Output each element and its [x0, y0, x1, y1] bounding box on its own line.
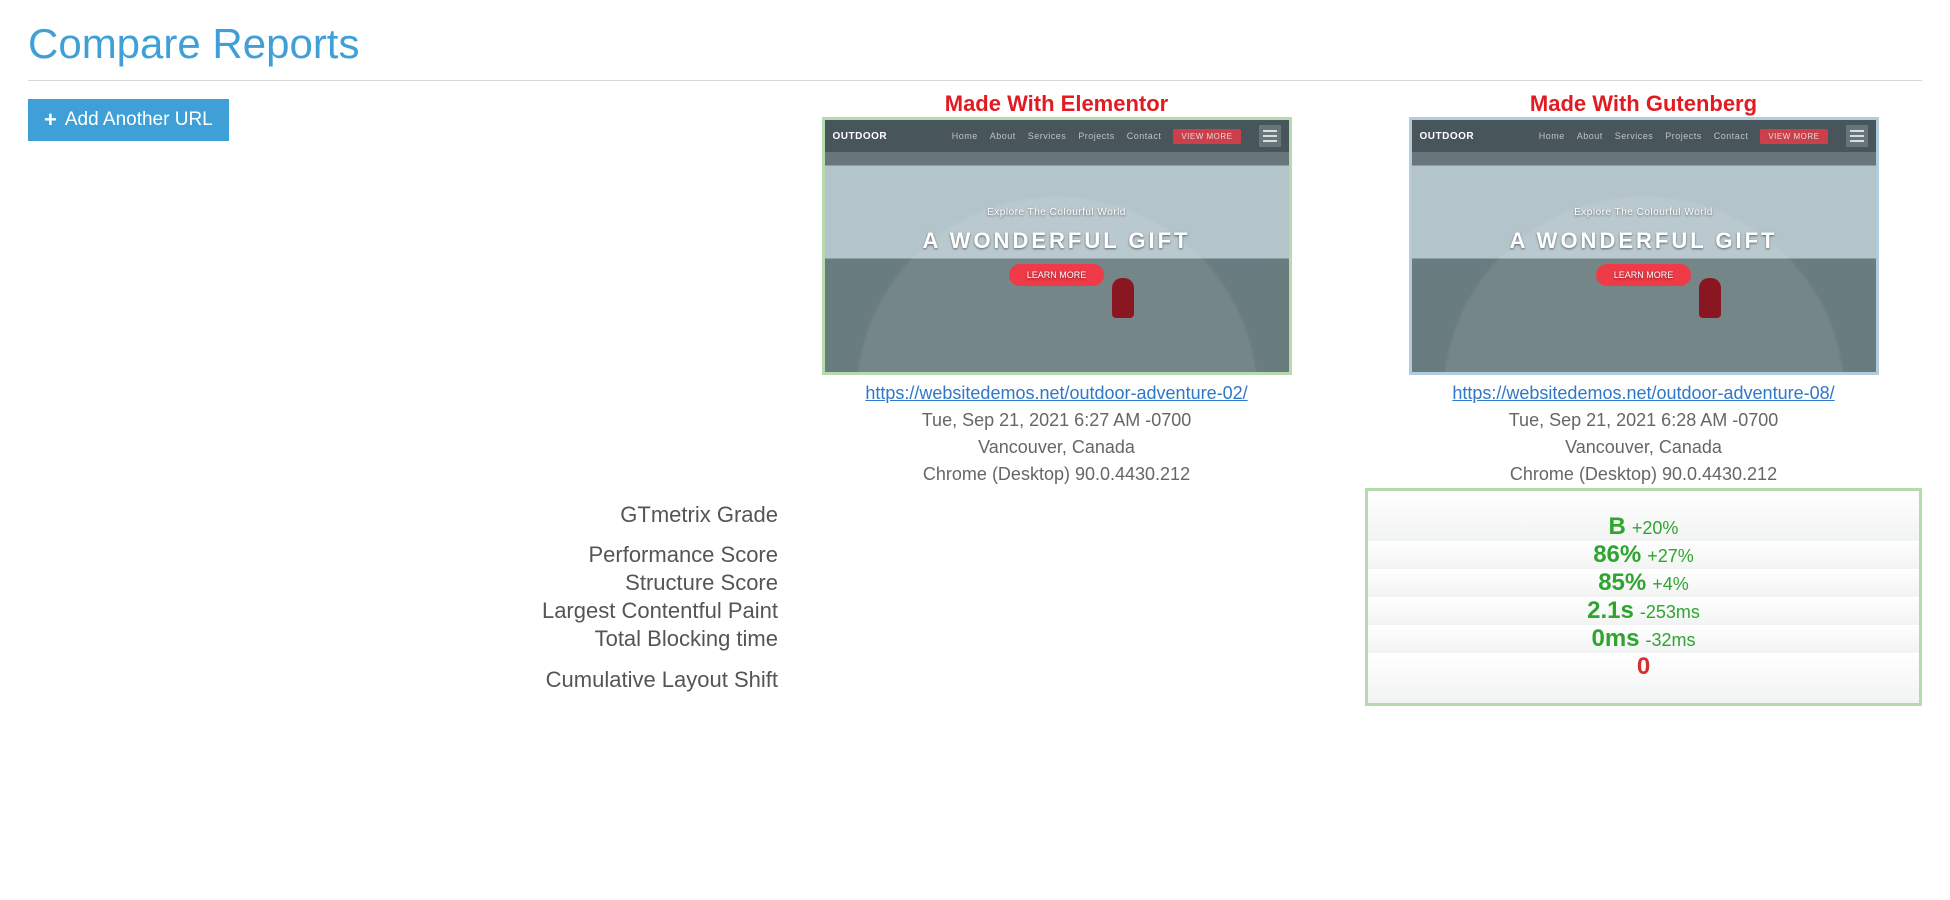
meta-line: Vancouver, Canada — [1565, 437, 1722, 457]
metric-value: 86%+27% — [1365, 541, 1922, 569]
add-another-url-button[interactable]: + Add Another URL — [28, 99, 229, 141]
site-title: Made With Gutenberg — [1365, 91, 1922, 117]
metric-value: 2.1s-253ms — [1365, 597, 1922, 625]
figure-icon — [1112, 278, 1134, 318]
metric-value: B+20% — [1365, 488, 1922, 541]
meta-line: Vancouver, Canada — [978, 437, 1135, 457]
site-url-link[interactable]: https://websitedemos.net/outdoor-adventu… — [1452, 383, 1834, 403]
thumb-headline: A WONDERFUL GIFT — [1510, 228, 1778, 254]
site-thumbnail[interactable]: OUTDOOR Home About Services Projects Con… — [822, 117, 1292, 375]
plus-icon: + — [44, 109, 57, 131]
thumb-kicker: Explore The Colourful World — [1574, 207, 1713, 218]
metric-label: Largest Contentful Paint — [278, 597, 778, 625]
divider — [28, 80, 1922, 81]
site-url-link[interactable]: https://websitedemos.net/outdoor-adventu… — [865, 383, 1247, 403]
site-title: Made With Elementor — [778, 91, 1335, 117]
page-title: Compare Reports — [28, 20, 1922, 68]
meta-line: Tue, Sep 21, 2021 6:27 AM -0700 — [922, 410, 1192, 430]
thumb-cta: LEARN MORE — [1009, 264, 1105, 286]
metric-value: 0ms-32ms — [1365, 625, 1922, 653]
figure-icon — [1699, 278, 1721, 318]
thumb-headline: A WONDERFUL GIFT — [923, 228, 1191, 254]
metric-label: Structure Score — [278, 569, 778, 597]
metric-label: GTmetrix Grade — [278, 488, 778, 541]
metric-label: Total Blocking time — [278, 625, 778, 653]
meta-line: Chrome (Desktop) 90.0.4430.212 — [923, 464, 1190, 484]
meta-line: Tue, Sep 21, 2021 6:28 AM -0700 — [1509, 410, 1779, 430]
thumb-kicker: Explore The Colourful World — [987, 207, 1126, 218]
thumb-cta: LEARN MORE — [1596, 264, 1692, 286]
comparison-table: Made With Elementor Made With Gutenberg … — [278, 91, 1922, 706]
metric-label: Cumulative Layout Shift — [278, 653, 778, 706]
site-thumbnail[interactable]: OUTDOOR Home About Services Projects Con… — [1409, 117, 1879, 375]
metric-value: 0 — [1365, 653, 1922, 706]
meta-line: Chrome (Desktop) 90.0.4430.212 — [1510, 464, 1777, 484]
add-button-label: Add Another URL — [65, 109, 213, 131]
metric-value: 85%+4% — [1365, 569, 1922, 597]
metric-label: Performance Score — [278, 541, 778, 569]
